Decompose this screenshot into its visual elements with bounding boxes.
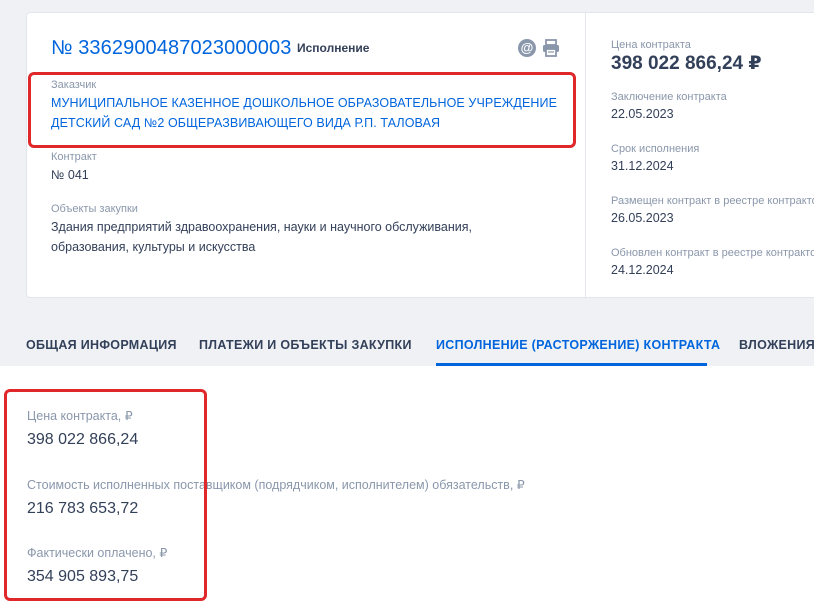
amounts-highlight-box xyxy=(4,389,207,601)
contract-summary: Цена контракта 398 022 866,24 ₽ Заключен… xyxy=(611,13,814,299)
tab-general-info[interactable]: ОБЩАЯ ИНФОРМАЦИЯ xyxy=(26,338,177,352)
price-value: 398 022 866,24 ₽ xyxy=(611,53,762,74)
status-badge: Исполнение xyxy=(297,41,370,55)
tab-payments[interactable]: ПЛАТЕЖИ И ОБЪЕКТЫ ЗАКУПКИ xyxy=(199,338,412,352)
price-label: Цена контракта xyxy=(611,39,691,51)
updated-label: Обновлен контракт в реестре контрактов xyxy=(611,247,814,259)
objects-label: Объекты закупки xyxy=(51,203,138,215)
printer-icon[interactable] xyxy=(542,39,560,57)
term-label: Срок исполнения xyxy=(611,143,700,155)
contract-main-info: № 3362900487023000003 Исполнение @ Заказ… xyxy=(27,13,587,299)
contract-card: № 3362900487023000003 Исполнение @ Заказ… xyxy=(26,12,814,299)
contract-number-link[interactable]: № 3362900487023000003 xyxy=(51,37,291,60)
tab-bar: ОБЩАЯ ИНФОРМАЦИЯ ПЛАТЕЖИ И ОБЪЕКТЫ ЗАКУП… xyxy=(0,330,814,366)
tab-execution[interactable]: ИСПОЛНЕНИЕ (РАСТОРЖЕНИЕ) КОНТРАКТА xyxy=(436,338,720,352)
card-divider xyxy=(585,13,586,299)
active-tab-indicator xyxy=(436,363,707,366)
objects-value-line2: образования, культуры и искусства xyxy=(51,240,256,254)
placed-value: 26.05.2023 xyxy=(611,211,674,225)
contract-value: № 041 xyxy=(51,168,89,182)
conclusion-label: Заключение контракта xyxy=(611,91,727,103)
objects-value-line1: Здания предприятий здравоохранения, наук… xyxy=(51,220,472,234)
term-value: 31.12.2024 xyxy=(611,159,674,173)
conclusion-value: 22.05.2023 xyxy=(611,107,674,121)
updated-value: 24.12.2024 xyxy=(611,263,674,277)
tab-attachments[interactable]: ВЛОЖЕНИЯ xyxy=(739,338,814,352)
email-icon[interactable]: @ xyxy=(518,39,536,57)
customer-highlight-box xyxy=(28,72,576,148)
placed-label: Размещен контракт в реестре контрактов xyxy=(611,195,814,207)
contract-label: Контракт xyxy=(51,151,97,163)
